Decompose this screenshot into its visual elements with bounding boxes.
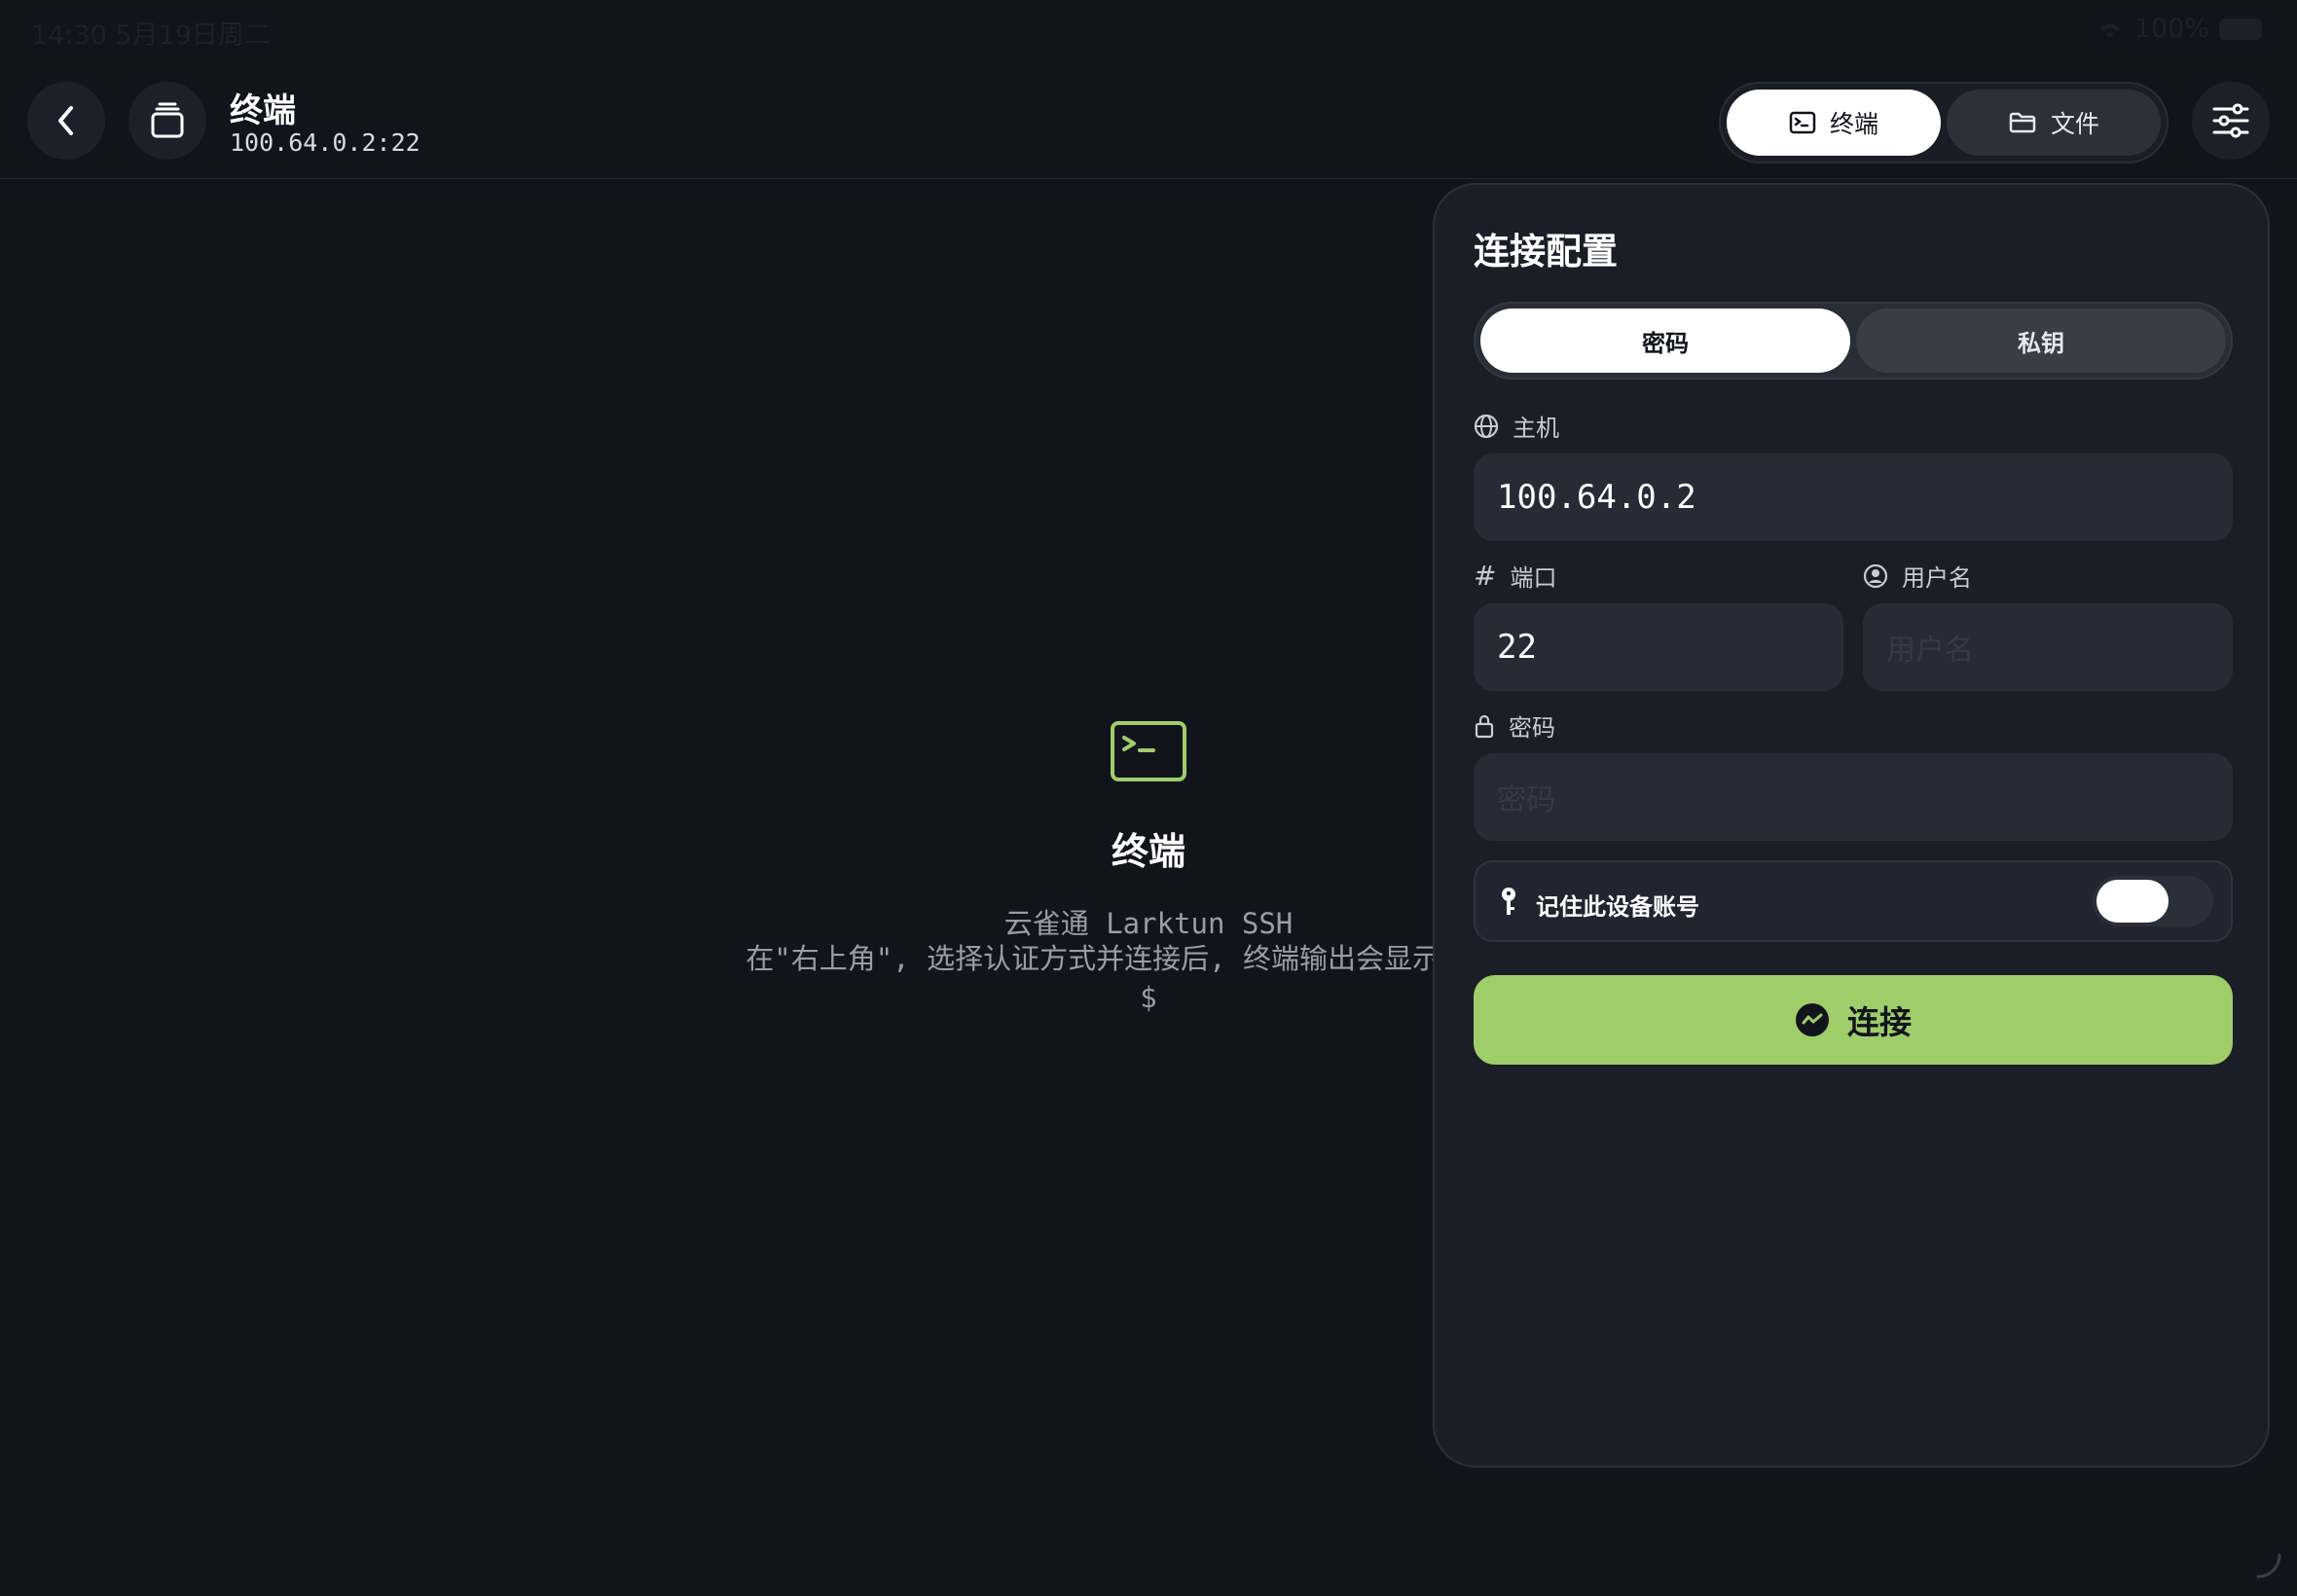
back-button[interactable] bbox=[27, 82, 105, 160]
status-time: 14:30 5月19日周二 bbox=[31, 20, 271, 51]
tab-terminal[interactable]: 终端 bbox=[1727, 90, 1941, 156]
password-label: 密码 bbox=[1474, 708, 1555, 743]
key-icon bbox=[1502, 888, 1515, 915]
chevron-left-icon bbox=[58, 106, 73, 135]
remember-account-label: 记住此设备账号 bbox=[1536, 893, 1699, 921]
tab-private-key[interactable]: 私钥 bbox=[1856, 308, 2226, 373]
host-label-text: 主机 bbox=[1513, 415, 1559, 442]
port-label-text: 端口 bbox=[1510, 564, 1557, 592]
terminal-icon bbox=[1111, 721, 1186, 781]
remember-account-row: 记住此设备账号 bbox=[1474, 860, 2233, 942]
terminal-icon bbox=[1789, 111, 1816, 134]
host-value: 100.64.0.2 bbox=[1497, 478, 1696, 517]
battery-icon bbox=[2219, 18, 2262, 40]
toggle-knob bbox=[2096, 880, 2169, 923]
connect-button-label: 连接 bbox=[1847, 1003, 1912, 1041]
wifi-icon bbox=[2099, 23, 2120, 38]
empty-state-hint: 在"右上角", 选择认证方式并连接后, 终端输出会显示 bbox=[746, 942, 1440, 975]
host-input[interactable]: 100.64.0.2 bbox=[1474, 453, 2233, 541]
battery-percent: 100% bbox=[2133, 14, 2209, 44]
username-placeholder: 用户名 bbox=[1886, 634, 1974, 668]
status-bar: 14:30 5月19日周二 100% bbox=[0, 0, 2297, 58]
page-title: 终端 bbox=[230, 91, 296, 130]
host-address: 100.64.0.2:22 bbox=[230, 128, 420, 157]
connect-button[interactable]: 连接 bbox=[1474, 975, 2233, 1065]
stack-icon bbox=[151, 102, 184, 138]
sliders-icon bbox=[2212, 103, 2249, 138]
header: 终端 100.64.0.2:22 终端 文件 bbox=[0, 58, 2297, 179]
username-input[interactable]: 用户名 bbox=[1863, 603, 2233, 691]
sessions-button[interactable] bbox=[128, 82, 206, 160]
username-label-text: 用户名 bbox=[1902, 564, 1972, 592]
tab-terminal-label: 终端 bbox=[1829, 110, 1878, 138]
auth-method-switcher: 密码 私钥 bbox=[1474, 302, 2233, 380]
username-label: 用户名 bbox=[1863, 559, 1972, 593]
lock-icon bbox=[1475, 714, 1494, 738]
connect-icon bbox=[1796, 1003, 1829, 1036]
password-placeholder: 密码 bbox=[1497, 783, 1555, 817]
folder-icon bbox=[2009, 112, 2036, 133]
connection-config-panel: 连接配置 密码 私钥 主机 100.64.0.2 # 端口 22 用户名 用户名 bbox=[1433, 183, 2270, 1468]
settings-button[interactable] bbox=[2192, 82, 2270, 160]
globe-icon bbox=[1474, 414, 1499, 438]
tab-files[interactable]: 文件 bbox=[1947, 90, 2161, 156]
status-indicators: 100% bbox=[2096, 14, 2262, 44]
password-label-text: 密码 bbox=[1509, 714, 1555, 742]
resize-handle-icon bbox=[2256, 1553, 2281, 1578]
port-label: # 端口 bbox=[1474, 559, 1556, 593]
password-input[interactable]: 密码 bbox=[1474, 753, 2233, 841]
tab-files-label: 文件 bbox=[2050, 110, 2099, 138]
port-input[interactable]: 22 bbox=[1474, 603, 1843, 691]
remember-account-toggle[interactable] bbox=[2093, 876, 2213, 926]
view-switcher: 终端 文件 bbox=[1719, 82, 2169, 163]
tab-password[interactable]: 密码 bbox=[1480, 308, 1850, 373]
hash-icon: # bbox=[1474, 560, 1497, 592]
port-value: 22 bbox=[1497, 628, 1537, 667]
user-circle-icon bbox=[1863, 563, 1888, 588]
panel-title: 连接配置 bbox=[1474, 231, 1618, 272]
host-label: 主机 bbox=[1474, 409, 1559, 443]
